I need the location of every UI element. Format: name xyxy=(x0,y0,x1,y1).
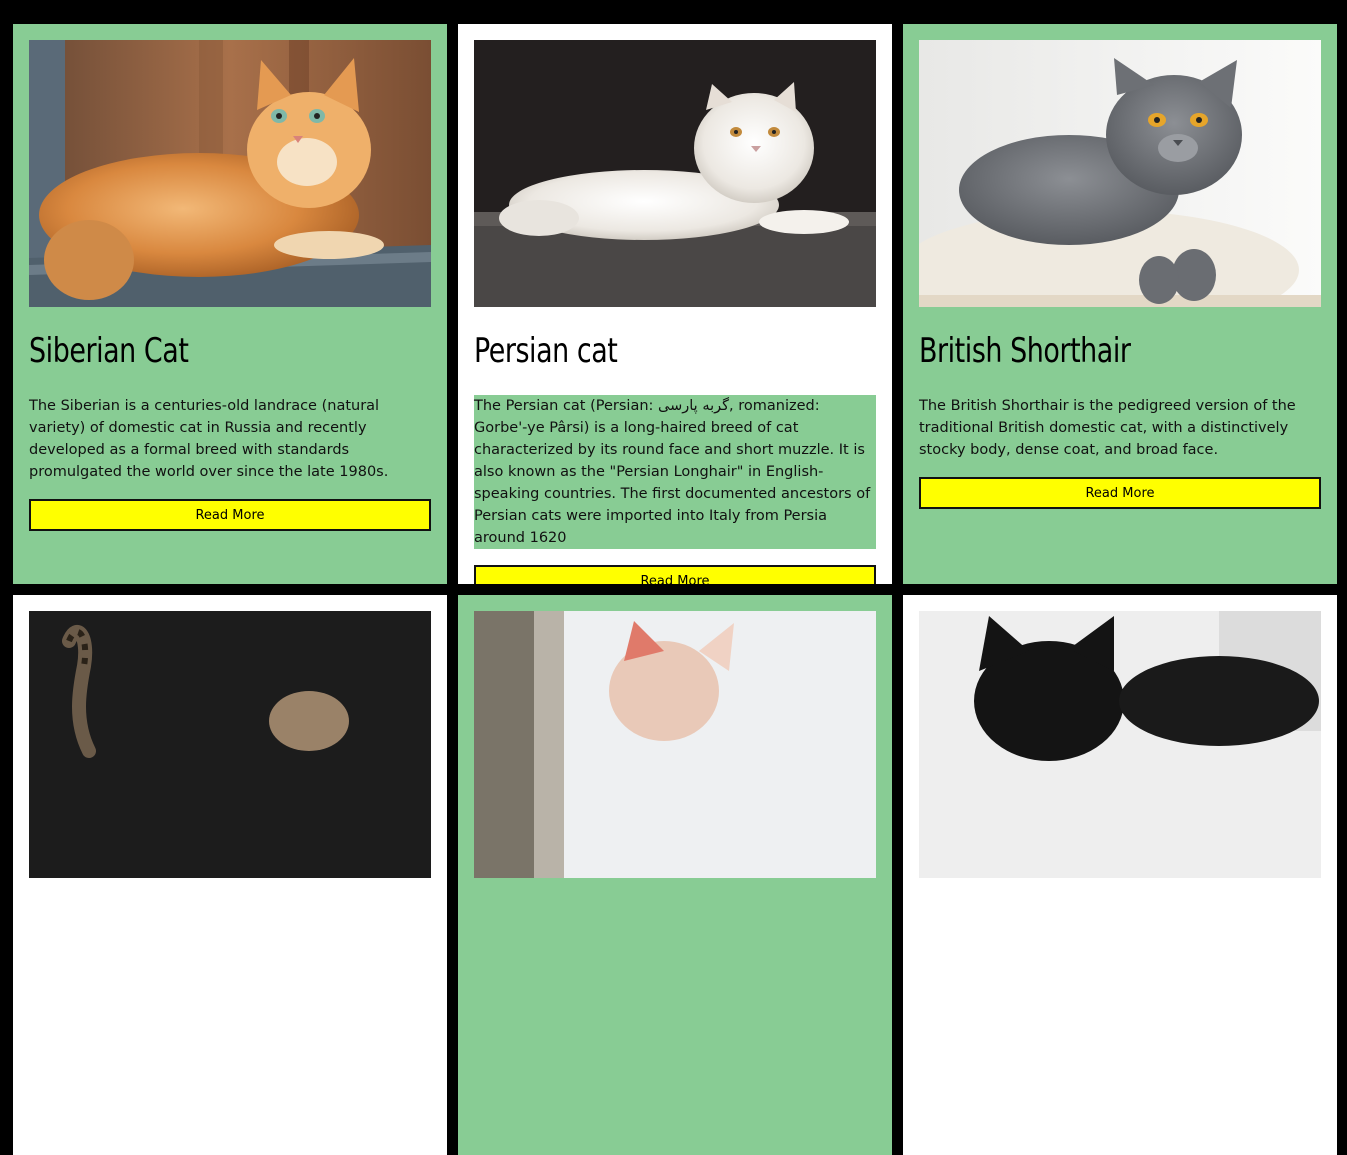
card-title: British Shorthair xyxy=(919,331,1131,371)
read-more-button[interactable]: Read More xyxy=(919,477,1321,509)
card-persian-cat: Persian cat The Persian cat (Persian: گر… xyxy=(458,24,892,584)
siberian-cat-photo xyxy=(29,40,431,307)
card-british-shorthair: British Shorthair The British Shorthair … xyxy=(903,24,1337,584)
british-shorthair-photo xyxy=(919,40,1321,307)
card-black-cat xyxy=(903,595,1337,1155)
card-sphynx-cat xyxy=(458,595,892,1155)
read-more-button[interactable]: Read More xyxy=(474,565,876,584)
cat-card-grid: Siberian Cat The Siberian is a centuries… xyxy=(13,24,1337,1155)
card-description: The British Shorthair is the pedigreed v… xyxy=(919,398,1296,458)
persian-cat-photo xyxy=(474,40,876,307)
card-description: The Persian cat (Persian: گربه پارسی, ro… xyxy=(474,395,876,549)
card-title: Persian cat xyxy=(474,331,618,371)
tabby-cat-photo xyxy=(29,611,431,878)
sphynx-cat-photo xyxy=(474,611,876,878)
card-title: Siberian Cat xyxy=(29,331,189,371)
read-more-button[interactable]: Read More xyxy=(29,499,431,531)
card-description: The Siberian is a centuries-old landrace… xyxy=(29,398,389,480)
card-tabby-cat xyxy=(13,595,447,1155)
card-siberian-cat: Siberian Cat The Siberian is a centuries… xyxy=(13,24,447,584)
black-cat-photo xyxy=(919,611,1321,878)
